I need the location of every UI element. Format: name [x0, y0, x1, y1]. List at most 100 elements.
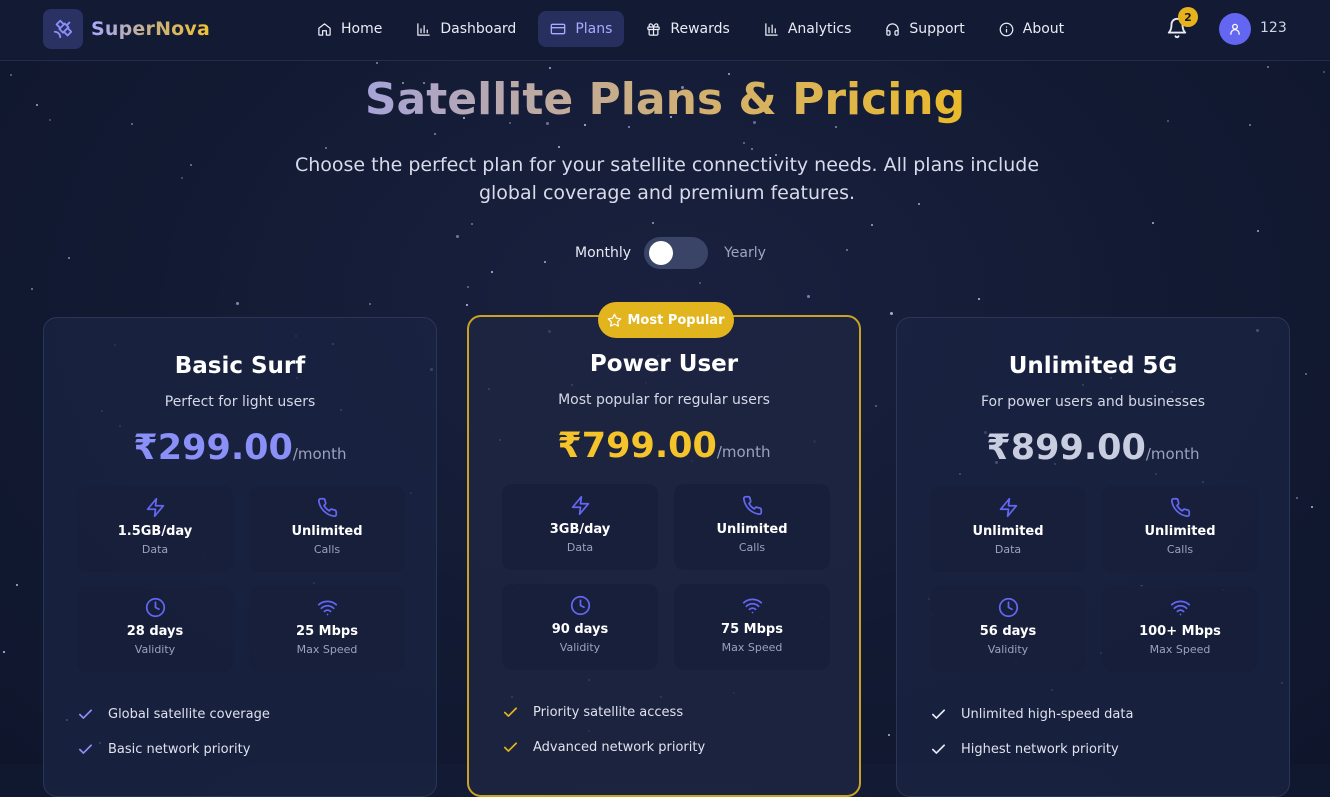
stat-value: Unlimited [972, 524, 1044, 539]
feature-text: Advanced network priority [533, 740, 706, 755]
stat-label: Calls [1166, 543, 1194, 556]
star-dot [456, 235, 459, 238]
stat-value: 3GB/day [549, 522, 611, 537]
star-dot [369, 303, 371, 305]
star-dot [236, 302, 239, 305]
star-dot [3, 651, 5, 653]
star-dot [1323, 71, 1325, 73]
stat-label: Max Speed [296, 643, 358, 656]
avatar[interactable] [1219, 13, 1251, 45]
user-icon [1230, 23, 1240, 35]
plan-description: Perfect for light users [164, 394, 316, 410]
star-dot [376, 62, 378, 64]
nav-about[interactable]: About [987, 11, 1076, 47]
plan-period: /month [292, 445, 347, 463]
feature-item: Highest network priority [930, 732, 1133, 767]
star-dot [471, 223, 473, 225]
zap-icon [502, 495, 658, 517]
top-navbar: SuperNova Home Dashboard Plans Rewards A… [0, 0, 1330, 61]
stat-value: Unlimited [716, 522, 788, 537]
plan-price-row: ₹299.00/month [44, 428, 436, 468]
nav-analytics-label: Analytics [787, 21, 852, 37]
brand[interactable]: SuperNova [43, 9, 210, 49]
stat-tile: Unlimited Calls [674, 484, 830, 570]
plan-price-row: ₹799.00/month [469, 426, 859, 466]
brand-name: SuperNova [91, 18, 211, 40]
bar-chart-icon [417, 22, 431, 36]
check-icon [78, 744, 93, 754]
billing-yearly-label[interactable]: Yearly [724, 245, 766, 261]
plan-card-0[interactable]: Basic Surf Perfect for light users ₹299.… [43, 317, 437, 797]
stat-label: Calls [313, 543, 341, 556]
star-dot [978, 298, 980, 300]
star-dot [652, 222, 654, 224]
feature-text: Highest network priority [961, 742, 1119, 757]
plan-price-row: ₹899.00/month [897, 428, 1289, 468]
nav-dashboard[interactable]: Dashboard [404, 11, 528, 47]
star-dot [1257, 230, 1259, 232]
feature-item: Advanced network priority [502, 730, 705, 765]
plan-price: ₹799.00 [557, 426, 717, 466]
stat-value: 1.5GB/day [117, 524, 193, 539]
nav-support[interactable]: Support [873, 11, 976, 47]
star-dot [699, 282, 701, 284]
star-dot [558, 146, 560, 148]
star-dot [890, 312, 893, 315]
nav-rewards-label: Rewards [670, 21, 730, 37]
star-dot [181, 177, 183, 179]
stat-label: Data [141, 543, 169, 556]
nav-home-label: Home [341, 21, 383, 37]
zap-icon [77, 497, 233, 519]
nav-dashboard-label: Dashboard [440, 21, 517, 37]
star-dot [871, 224, 873, 226]
home-icon [318, 22, 331, 36]
star-dot [1152, 222, 1154, 224]
stat-label: Max Speed [1149, 643, 1211, 656]
nav-rewards[interactable]: Rewards [634, 11, 741, 47]
phone-icon [674, 495, 830, 517]
plan-description: For power users and businesses [980, 394, 1206, 410]
stat-value: 75 Mbps [721, 622, 783, 637]
star-dot [751, 148, 753, 150]
stat-value: Unlimited [291, 524, 363, 539]
star-dot [16, 584, 18, 586]
stat-value: 25 Mbps [296, 624, 358, 639]
credit-card-icon [550, 23, 566, 35]
plan-price: ₹299.00 [133, 428, 293, 468]
stat-tile: Unlimited Calls [1102, 486, 1258, 572]
wifi-icon [249, 597, 405, 619]
headphones-icon [886, 22, 900, 36]
star-dot [325, 147, 327, 149]
most-popular-label: Most Popular [627, 312, 725, 328]
billing-monthly-label[interactable]: Monthly [575, 245, 631, 261]
clock-icon [930, 597, 1086, 619]
nav-plans[interactable]: Plans [538, 11, 625, 47]
plan-card-2[interactable]: Unlimited 5G For power users and busines… [896, 317, 1290, 797]
wifi-icon [674, 595, 830, 617]
stat-label: Validity [559, 641, 601, 654]
nav-support-label: Support [909, 21, 965, 37]
nav-about-label: About [1022, 21, 1065, 37]
stat-tile: 56 days Validity [930, 586, 1086, 672]
star-dot [888, 734, 890, 736]
check-icon [931, 709, 946, 719]
nav-home[interactable]: Home [305, 11, 394, 47]
star-dot [835, 126, 837, 128]
user-name[interactable]: 123 [1260, 20, 1287, 36]
nav-analytics[interactable]: Analytics [752, 11, 864, 47]
plan-card-1[interactable]: Power User Most popular for regular user… [467, 315, 861, 797]
feature-item: Basic network priority [77, 732, 270, 767]
feature-item: Priority satellite access [502, 695, 705, 730]
phone-icon [249, 497, 405, 519]
stat-tile: 1.5GB/day Data [77, 486, 233, 572]
star-dot [875, 405, 877, 407]
star-dot [467, 286, 469, 288]
page-title: Satellite Plans & Pricing [0, 74, 1330, 125]
feature-item: Unlimited high-speed data [930, 697, 1133, 732]
billing-toggle[interactable] [644, 237, 709, 269]
star-dot [466, 304, 468, 306]
check-icon [503, 707, 518, 717]
notification-count-badge: 2 [1178, 7, 1198, 27]
feature-text: Basic network priority [108, 742, 251, 757]
plan-price: ₹899.00 [986, 428, 1146, 468]
